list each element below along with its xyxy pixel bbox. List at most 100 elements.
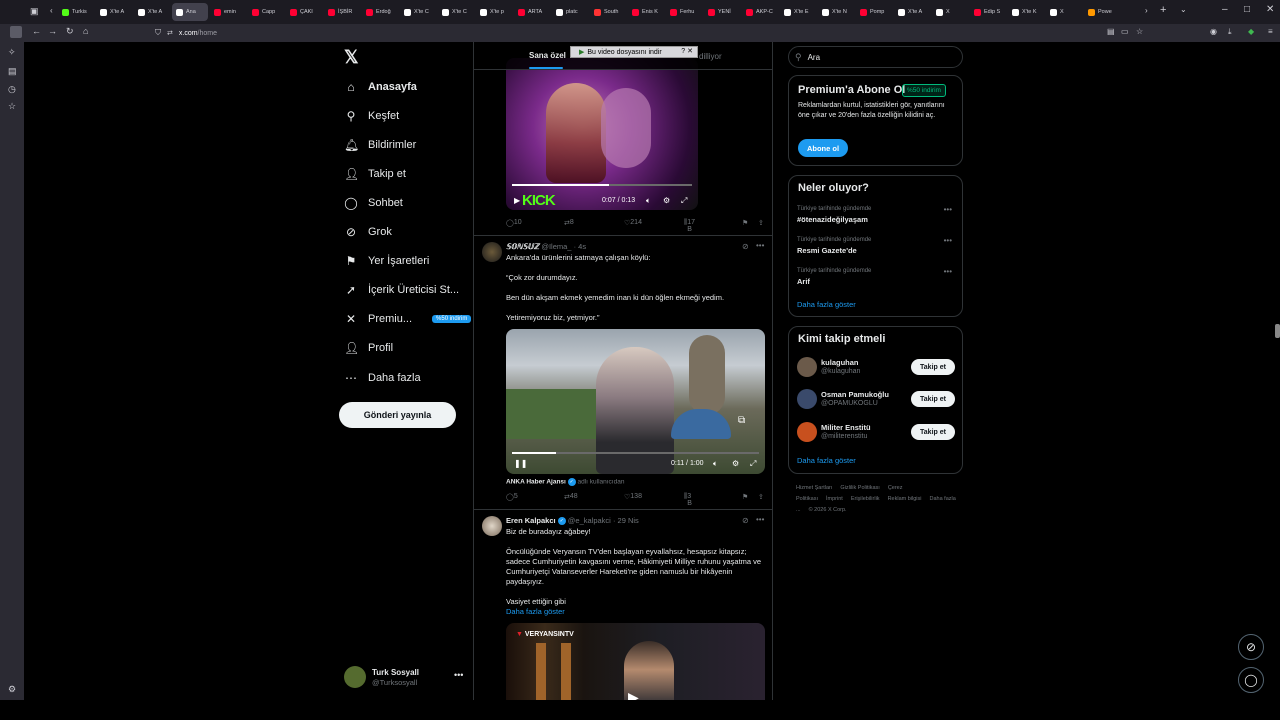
grok-float-icon[interactable]: ⊘	[1238, 634, 1264, 660]
author-name[interactable]: 𝕊𝕆ℕ𝕊𝕌ℤ	[506, 242, 539, 251]
browser-tab[interactable]: Capp	[248, 3, 284, 21]
scroll-tabs-left-icon[interactable]: ‹	[50, 6, 53, 15]
views-button[interactable]: ⫼ 3 B	[684, 493, 692, 507]
follow-name[interactable]: kulaguhan	[821, 358, 859, 367]
follow-name[interactable]: Militer Enstitü	[821, 423, 871, 432]
like-button[interactable]: ♡ 138	[624, 493, 642, 501]
forward-icon[interactable]: →	[48, 26, 57, 36]
x-logo-icon[interactable]: 𝕏	[344, 47, 359, 68]
pip-icon[interactable]: ⧉	[738, 415, 745, 426]
tab-following[interactable]: dilliyor	[699, 52, 722, 61]
nav-item-follow[interactable]: 👤︎ Takip et	[344, 163, 406, 185]
show-more-link[interactable]: Daha fazla göster	[797, 456, 856, 465]
browser-tab[interactable]: YENİ	[704, 3, 740, 21]
nav-item-profile[interactable]: 👤︎ Profil	[344, 337, 393, 359]
history-icon[interactable]: ◷	[8, 84, 16, 95]
more-options-icon[interactable]: •••	[454, 670, 463, 680]
browser-tab[interactable]: X'te E	[780, 3, 816, 21]
nav-item-bell[interactable]: 🔔︎ Bildirimler	[344, 134, 416, 156]
messages-float-icon[interactable]: ◯	[1238, 667, 1264, 693]
downloads-icon[interactable]: ⤓	[1228, 27, 1232, 37]
bookmark-star-icon[interactable]: ☆	[1136, 27, 1143, 36]
browser-tab[interactable]: platc	[552, 3, 588, 21]
scroll-tabs-right-icon[interactable]: ›	[1145, 6, 1148, 15]
repost-button[interactable]: ⇄ 8	[564, 219, 574, 227]
nav-item-more[interactable]: ⋯ Daha fazla	[344, 367, 421, 389]
footer-link[interactable]: İmprint	[826, 496, 843, 502]
follow-name[interactable]: Osman Pamukoğlu	[821, 390, 889, 399]
settings-icon[interactable]: ⚙	[732, 459, 739, 468]
browser-tab[interactable]: İŞBİR	[324, 3, 360, 21]
menu-icon[interactable]: ≡	[1268, 27, 1273, 36]
account-switcher[interactable]: Turk Sosyall @Turksosyall •••	[344, 664, 470, 692]
author-handle[interactable]: @Ilema_	[541, 242, 571, 251]
browser-tab[interactable]: X'te A	[134, 3, 170, 21]
reader-view-icon[interactable]: ▤	[1107, 27, 1115, 36]
browser-tab[interactable]: X'te p	[476, 3, 512, 21]
source-name[interactable]: ANKA Haber Ajansı	[506, 479, 566, 486]
browser-tab[interactable]: Powe	[1084, 3, 1120, 21]
nav-item-x-premium[interactable]: ✕ Premiu... %50 indirim	[344, 308, 472, 330]
picture-in-picture-icon[interactable]: ▭	[1121, 27, 1129, 36]
sidebar-toggle-icon[interactable]	[10, 26, 22, 38]
like-button[interactable]: ♡ 214	[624, 219, 642, 227]
pause-icon[interactable]: ❚❚	[514, 459, 527, 468]
mute-icon[interactable]: 🔈︎	[646, 196, 651, 206]
nav-item-rocket[interactable]: ➚ İçerik Üreticisi St...	[344, 279, 459, 301]
browser-tab[interactable]: X'te A	[894, 3, 930, 21]
browser-tab[interactable]: X'te C	[438, 3, 474, 21]
browser-tab[interactable]: Erdoğ	[362, 3, 398, 21]
browser-tab[interactable]: X'te A	[96, 3, 132, 21]
browser-tab[interactable]: X'te N	[818, 3, 854, 21]
browser-tab[interactable]: ARTA	[514, 3, 550, 21]
show-more-link[interactable]: Daha fazla göster	[506, 607, 764, 617]
share-icon[interactable]: ⇪	[758, 493, 764, 501]
url-bar[interactable]: ⛉ ⇄ x.com/home	[155, 26, 217, 40]
home-browser-icon[interactable]: ⌂	[83, 26, 88, 36]
browser-tab[interactable]: Ferhu	[666, 3, 702, 21]
close-popup-icon[interactable]: ? ✕	[681, 47, 693, 55]
search-input[interactable]: ⚲ Ara	[788, 46, 963, 68]
more-options-icon[interactable]: •••	[944, 267, 952, 276]
more-options-icon[interactable]: •••	[756, 515, 764, 524]
avatar[interactable]	[797, 422, 817, 442]
footer-link[interactable]: Hizmet Şartları	[796, 485, 832, 491]
avatar[interactable]	[482, 242, 502, 262]
browser-tab[interactable]: emin	[210, 3, 246, 21]
close-window-icon[interactable]: ✕	[1266, 4, 1274, 15]
more-options-icon[interactable]: •••	[944, 236, 952, 245]
browser-tab[interactable]: AKP-C	[742, 3, 778, 21]
extension-icon[interactable]: ◆	[1248, 27, 1254, 36]
browser-tab[interactable]: X'te K	[1008, 3, 1044, 21]
sidebar-settings-icon[interactable]: ⚙	[8, 684, 16, 695]
footer-link[interactable]: © 2026 X Corp.	[809, 507, 847, 513]
browser-tab[interactable]: Turkis	[58, 3, 94, 21]
tab-for-you[interactable]: Sana özel	[529, 51, 566, 60]
footer-link[interactable]: Gizlilik Politikası	[840, 485, 879, 491]
nav-item-search[interactable]: ⚲ Keşfet	[344, 105, 400, 127]
avatar[interactable]	[797, 389, 817, 409]
progress-bar[interactable]	[512, 452, 759, 454]
settings-icon[interactable]: ⚙	[663, 196, 670, 205]
browser-tab[interactable]: X	[1046, 3, 1082, 21]
browser-tab[interactable]: Pomp	[856, 3, 892, 21]
new-tab-icon[interactable]: +	[1160, 4, 1166, 16]
browser-tab[interactable]: Edip S	[970, 3, 1006, 21]
browser-tab[interactable]: X'te C	[400, 3, 436, 21]
synced-tabs-icon[interactable]: ▤	[8, 66, 17, 77]
subscribe-button[interactable]: Abone ol	[798, 139, 848, 157]
download-video-popup[interactable]: ▶ Bu video dosyasını indir ? ✕	[570, 46, 698, 58]
fullscreen-icon[interactable]: ⤢	[681, 196, 687, 206]
ai-chat-icon[interactable]: ✧	[8, 47, 16, 58]
back-icon[interactable]: ←	[32, 26, 41, 36]
follow-button[interactable]: Takip et	[911, 424, 955, 440]
mute-icon[interactable]: 🔈︎	[713, 459, 718, 469]
tweet2-video[interactable]: ❚❚ 0:11 / 1:00 🔈︎ ⚙ ⤢ ⧉	[506, 329, 765, 474]
tweet3-video[interactable]: ▼ VERYANSINTV ▶	[506, 623, 765, 700]
author-name[interactable]: Eren Kalpakcı	[506, 516, 556, 525]
grok-icon[interactable]: ⊘	[742, 242, 749, 251]
reload-icon[interactable]: ↻	[66, 26, 74, 37]
nav-item-grok[interactable]: ⊘ Grok	[344, 221, 392, 243]
nav-item-home[interactable]: ⌂ Anasayfa	[344, 76, 417, 98]
follow-button[interactable]: Takip et	[911, 391, 955, 407]
